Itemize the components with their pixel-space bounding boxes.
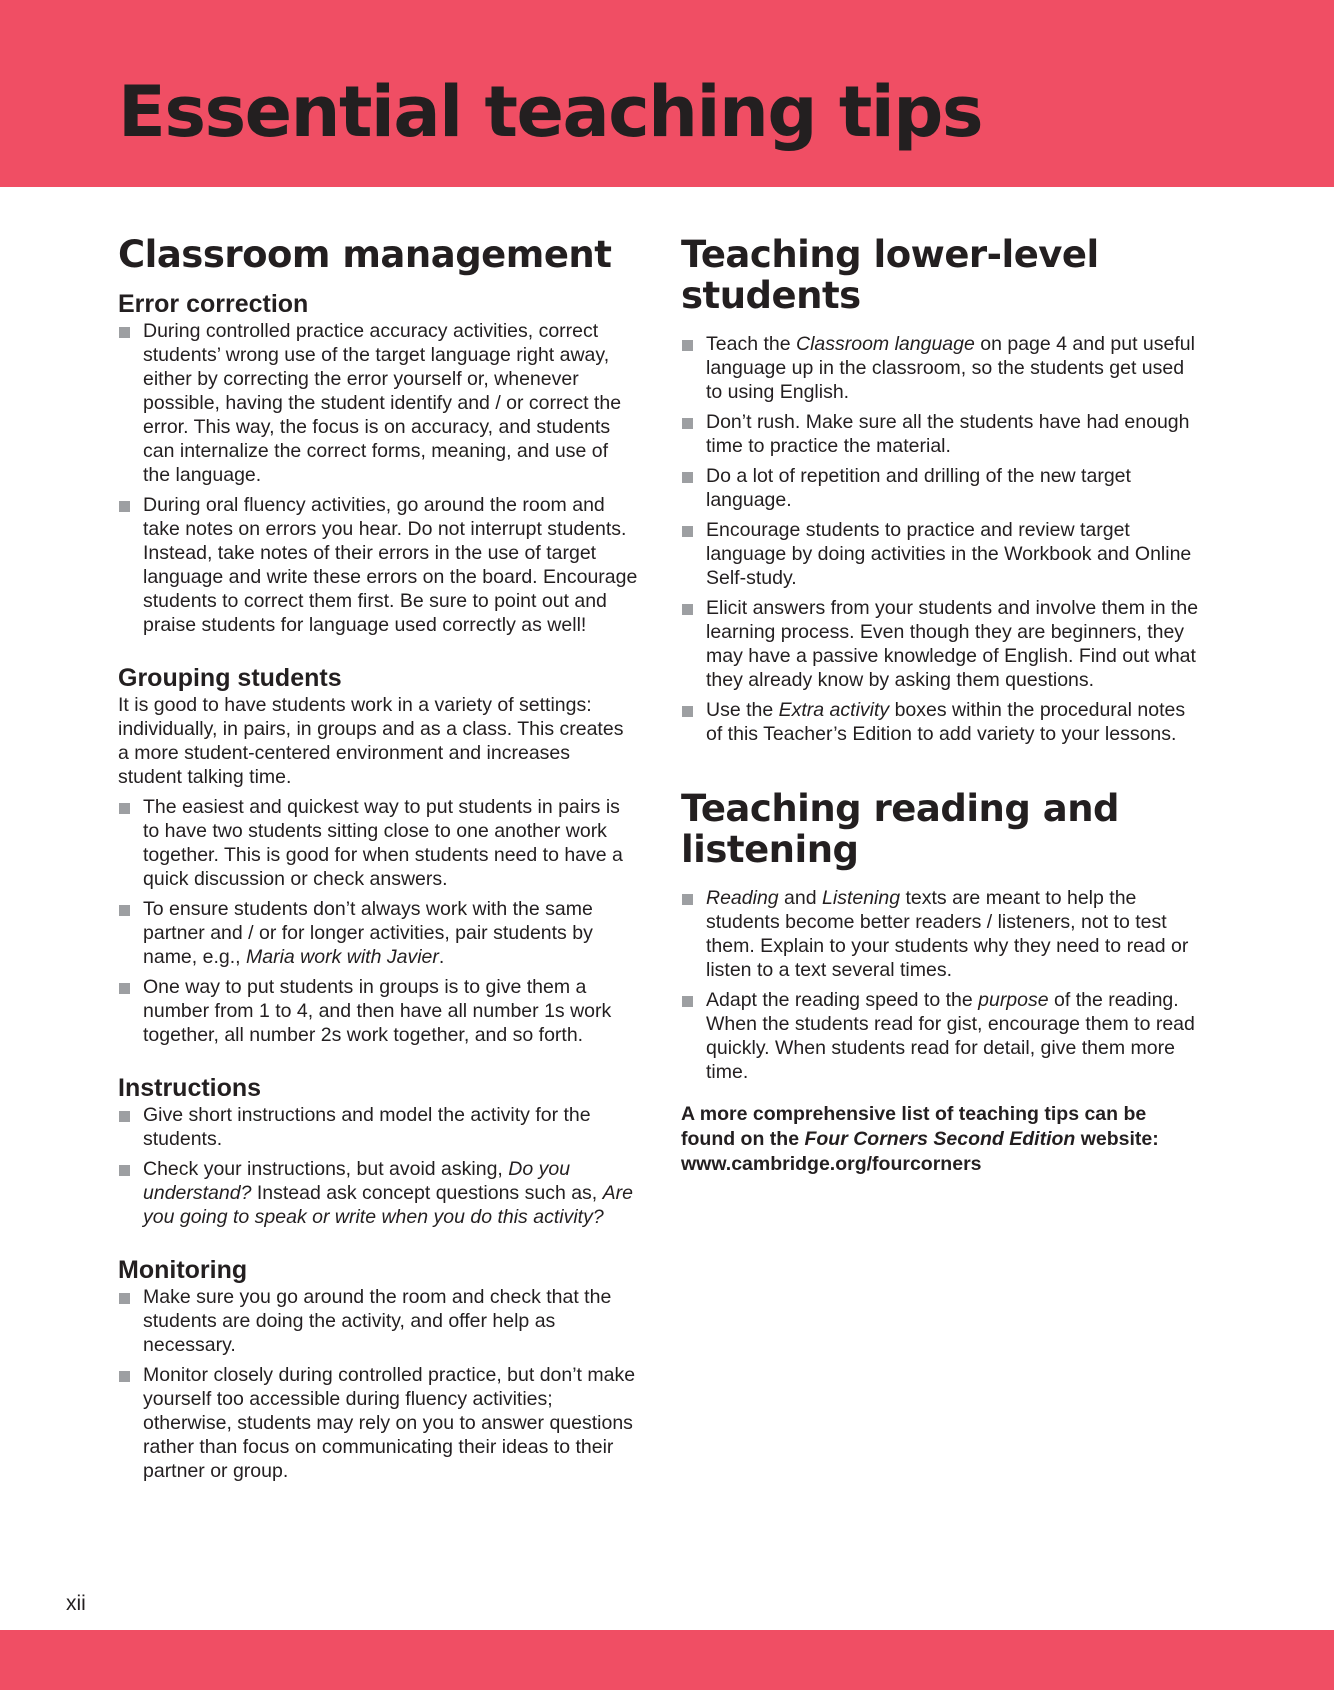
grouping-list: The easiest and quickest way to put stud… [118, 795, 638, 1047]
classroom-management-heading: Classroom management [118, 233, 612, 276]
list-item: Check your instructions, but avoid askin… [118, 1157, 638, 1229]
list-item: Do a lot of repetition and drilling of t… [681, 464, 1201, 512]
bullet-square-icon [119, 983, 130, 994]
right-column: Teaching lower-level students Teach the C… [681, 234, 1201, 1177]
bullet-square-icon [119, 1165, 130, 1176]
bullet-square-icon [119, 501, 130, 512]
bullet-square-icon [682, 340, 693, 351]
page-number: xii [66, 1592, 86, 1615]
list-item: Give short instructions and model the ac… [118, 1103, 638, 1151]
bullet-square-icon [119, 1371, 130, 1382]
lower-level-list: Teach the Classroom language on page 4 a… [681, 332, 1201, 746]
bullet-square-icon [682, 472, 693, 483]
list-item: Teach the Classroom language on page 4 a… [681, 332, 1201, 404]
example-names: Maria work with Javier [245, 946, 439, 968]
list-item: The easiest and quickest way to put stud… [118, 795, 638, 891]
bullet-square-icon [682, 418, 693, 429]
error-correction-heading: Error correction [118, 290, 309, 318]
list-item: Make sure you go around the room and che… [118, 1285, 638, 1357]
monitoring-heading: Monitoring [118, 1256, 248, 1284]
reading-listening-list: Reading and Listening texts are meant to… [681, 886, 1201, 1084]
bullet-square-icon [119, 1111, 130, 1122]
more-tips-note: A more comprehensive list of teaching ti… [681, 1103, 1159, 1175]
footer-band [0, 1630, 1334, 1690]
monitoring-list: Make sure you go around the room and che… [118, 1285, 638, 1483]
bullet-square-icon [682, 526, 693, 537]
list-item: Adapt the reading speed to the purpose o… [681, 988, 1201, 1084]
bullet-square-icon [119, 803, 130, 814]
list-item: Use the Extra activity boxes within the … [681, 698, 1201, 746]
bullet-square-icon [682, 604, 693, 615]
list-item: Encourage students to practice and revie… [681, 518, 1201, 590]
list-item: Reading and Listening texts are meant to… [681, 886, 1201, 982]
list-item: During oral fluency activities, go aroun… [118, 493, 638, 637]
list-item: Elicit answers from your students and in… [681, 596, 1201, 692]
instructions-list: Give short instructions and model the ac… [118, 1103, 638, 1229]
reading-listening-heading: Teaching reading and listening [681, 787, 1120, 871]
left-column: Classroom management Error correction Du… [118, 234, 638, 1489]
bullet-square-icon [682, 996, 693, 1007]
list-item: During controlled practice accuracy acti… [118, 319, 638, 487]
bullet-square-icon [119, 327, 130, 338]
list-item: Monitor closely during controlled practi… [118, 1363, 638, 1483]
grouping-students-heading: Grouping students [118, 664, 342, 692]
page-title: Essential teaching tips [118, 71, 984, 153]
list-item: To ensure students don’t always work wit… [118, 897, 638, 969]
list-item: Don’t rush. Make sure all the students h… [681, 410, 1201, 458]
grouping-intro: It is good to have students work in a va… [118, 694, 624, 788]
bullet-square-icon [119, 905, 130, 916]
lower-level-heading: Teaching lower-level students [681, 233, 1099, 317]
bullet-square-icon [682, 706, 693, 717]
instructions-heading: Instructions [118, 1074, 262, 1102]
list-item: One way to put students in groups is to … [118, 975, 638, 1047]
bullet-square-icon [682, 894, 693, 905]
bullet-square-icon [119, 1293, 130, 1304]
error-correction-list: During controlled practice accuracy acti… [118, 319, 638, 637]
